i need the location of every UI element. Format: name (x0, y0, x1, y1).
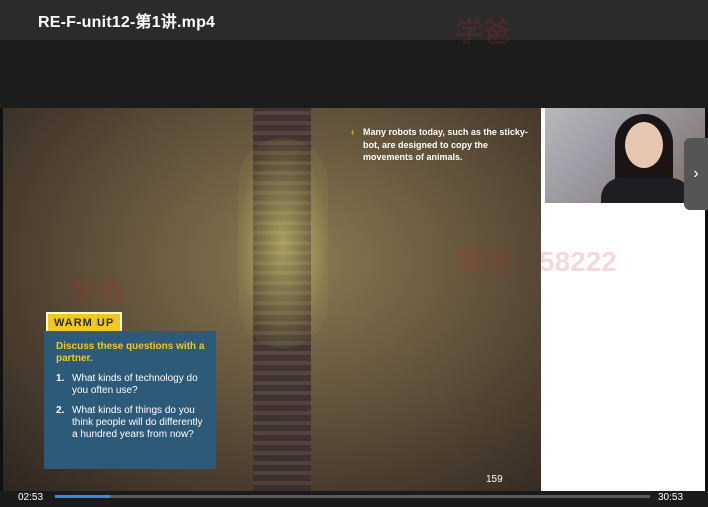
progress-bar[interactable] (55, 495, 650, 498)
question-number: 1. (56, 373, 65, 384)
teacher-body (601, 178, 691, 203)
progress-fill (55, 495, 111, 498)
slide-frame: ‹ Many robots today, such as the sticky-… (3, 108, 541, 491)
video-stage[interactable]: ‹ Many robots today, such as the sticky-… (0, 108, 708, 491)
teacher-face (625, 122, 663, 168)
robot-glow (238, 138, 328, 348)
warm-up-box: Discuss these questions with a partner. … (44, 331, 216, 469)
toolbar-area (0, 40, 708, 108)
chevron-right-icon: › (693, 165, 699, 182)
question-text: What kinds of things do you think people… (72, 405, 203, 440)
page-number: 159 (486, 474, 503, 485)
question-item: 1. What kinds of technology do you often… (56, 373, 206, 397)
playback-controls: 02:53 30:53 (0, 491, 708, 507)
title-bar: RE-F-unit12-第1讲.mp4 (0, 0, 708, 40)
total-time: 30:53 (658, 492, 684, 503)
teacher-panel (541, 108, 705, 491)
slide-caption: ‹ Many robots today, such as the sticky-… (351, 126, 533, 164)
warm-up-heading: Discuss these questions with a partner. (56, 341, 205, 364)
caption-text: Many robots today, such as the sticky-bo… (363, 127, 528, 162)
window-title: RE-F-unit12-第1讲.mp4 (38, 14, 216, 31)
next-slide-button[interactable]: › (684, 138, 708, 210)
question-item: 2. What kinds of things do you think peo… (56, 405, 206, 441)
current-time: 02:53 (18, 492, 44, 503)
question-number: 2. (56, 405, 65, 416)
question-text: What kinds of technology do you often us… (72, 373, 198, 396)
caption-chevron-icon: ‹ (351, 127, 355, 138)
webcam-feed (545, 108, 705, 203)
